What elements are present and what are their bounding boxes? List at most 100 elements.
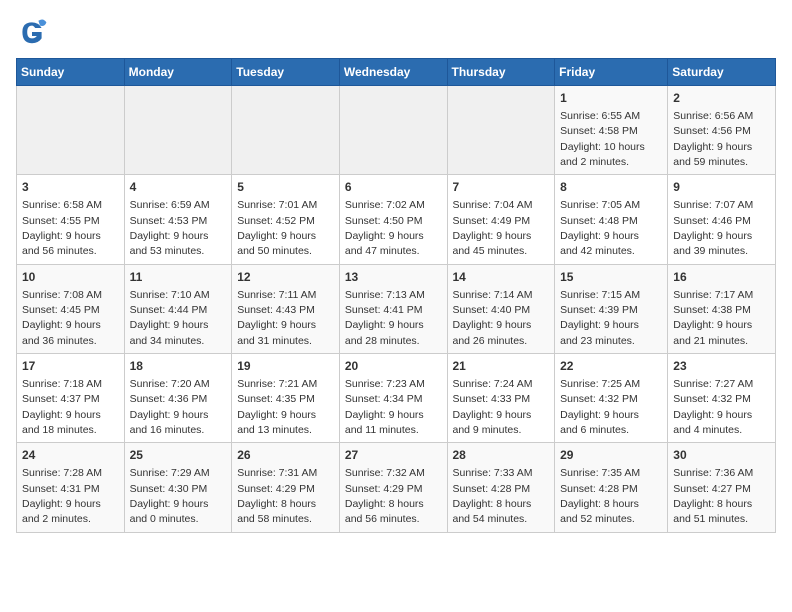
day-info: Sunrise: 7:28 AM Sunset: 4:31 PM Dayligh… xyxy=(22,467,102,525)
day-info: Sunrise: 7:10 AM Sunset: 4:44 PM Dayligh… xyxy=(130,289,210,347)
day-info: Sunrise: 7:35 AM Sunset: 4:28 PM Dayligh… xyxy=(560,467,640,525)
day-info: Sunrise: 7:20 AM Sunset: 4:36 PM Dayligh… xyxy=(130,378,210,436)
calendar-cell: 12 Sunrise: 7:11 AM Sunset: 4:43 PM Dayli… xyxy=(232,264,340,353)
day-number: 20 xyxy=(345,358,442,375)
day-number: 18 xyxy=(130,358,227,375)
day-number: 2 xyxy=(673,90,770,107)
day-info: Sunrise: 7:02 AM Sunset: 4:50 PM Dayligh… xyxy=(345,199,425,257)
calendar-cell: 4 Sunrise: 6:59 AM Sunset: 4:53 PM Daylig… xyxy=(124,175,232,264)
calendar-cell: 29 Sunrise: 7:35 AM Sunset: 4:28 PM Dayli… xyxy=(555,443,668,532)
day-info: Sunrise: 7:08 AM Sunset: 4:45 PM Dayligh… xyxy=(22,289,102,347)
day-info: Sunrise: 7:04 AM Sunset: 4:49 PM Dayligh… xyxy=(453,199,533,257)
day-header-wednesday: Wednesday xyxy=(339,59,447,86)
day-number: 4 xyxy=(130,179,227,196)
calendar-cell: 10 Sunrise: 7:08 AM Sunset: 4:45 PM Dayli… xyxy=(17,264,125,353)
day-number: 14 xyxy=(453,269,550,286)
day-header-tuesday: Tuesday xyxy=(232,59,340,86)
day-number: 9 xyxy=(673,179,770,196)
day-info: Sunrise: 6:55 AM Sunset: 4:58 PM Dayligh… xyxy=(560,110,645,168)
day-info: Sunrise: 7:18 AM Sunset: 4:37 PM Dayligh… xyxy=(22,378,102,436)
calendar-week-row: 24 Sunrise: 7:28 AM Sunset: 4:31 PM Dayli… xyxy=(17,443,776,532)
calendar-cell: 20 Sunrise: 7:23 AM Sunset: 4:34 PM Dayli… xyxy=(339,354,447,443)
calendar-cell: 18 Sunrise: 7:20 AM Sunset: 4:36 PM Dayli… xyxy=(124,354,232,443)
calendar-week-row: 3 Sunrise: 6:58 AM Sunset: 4:55 PM Daylig… xyxy=(17,175,776,264)
calendar-cell: 6 Sunrise: 7:02 AM Sunset: 4:50 PM Daylig… xyxy=(339,175,447,264)
day-number: 11 xyxy=(130,269,227,286)
day-number: 23 xyxy=(673,358,770,375)
calendar-cell: 5 Sunrise: 7:01 AM Sunset: 4:52 PM Daylig… xyxy=(232,175,340,264)
day-info: Sunrise: 7:17 AM Sunset: 4:38 PM Dayligh… xyxy=(673,289,753,347)
calendar-cell: 9 Sunrise: 7:07 AM Sunset: 4:46 PM Daylig… xyxy=(668,175,776,264)
day-header-friday: Friday xyxy=(555,59,668,86)
day-info: Sunrise: 7:05 AM Sunset: 4:48 PM Dayligh… xyxy=(560,199,640,257)
calendar-week-row: 10 Sunrise: 7:08 AM Sunset: 4:45 PM Dayli… xyxy=(17,264,776,353)
day-number: 12 xyxy=(237,269,334,286)
day-info: Sunrise: 7:29 AM Sunset: 4:30 PM Dayligh… xyxy=(130,467,210,525)
day-number: 8 xyxy=(560,179,662,196)
calendar-cell: 15Sunrise: 7:15 AM Sunset: 4:39 PM Dayli… xyxy=(555,264,668,353)
day-number: 22 xyxy=(560,358,662,375)
calendar-week-row: 17 Sunrise: 7:18 AM Sunset: 4:37 PM Dayli… xyxy=(17,354,776,443)
calendar-cell: 16 Sunrise: 7:17 AM Sunset: 4:38 PM Dayli… xyxy=(668,264,776,353)
logo-icon xyxy=(16,16,48,48)
day-number: 16 xyxy=(673,269,770,286)
day-number: 28 xyxy=(453,447,550,464)
calendar-cell: 14 Sunrise: 7:14 AM Sunset: 4:40 PM Dayli… xyxy=(447,264,555,353)
calendar-cell: 27 Sunrise: 7:32 AM Sunset: 4:29 PM Dayli… xyxy=(339,443,447,532)
day-number: 5 xyxy=(237,179,334,196)
calendar-header-row: SundayMondayTuesdayWednesdayThursdayFrid… xyxy=(17,59,776,86)
day-info: Sunrise: 7:32 AM Sunset: 4:29 PM Dayligh… xyxy=(345,467,425,525)
logo xyxy=(16,16,52,48)
calendar-cell: 26 Sunrise: 7:31 AM Sunset: 4:29 PM Dayli… xyxy=(232,443,340,532)
day-info: Sunrise: 7:33 AM Sunset: 4:28 PM Dayligh… xyxy=(453,467,533,525)
calendar-cell xyxy=(447,86,555,175)
day-info: Sunrise: 7:07 AM Sunset: 4:46 PM Dayligh… xyxy=(673,199,753,257)
day-number: 21 xyxy=(453,358,550,375)
day-header-sunday: Sunday xyxy=(17,59,125,86)
calendar-table: SundayMondayTuesdayWednesdayThursdayFrid… xyxy=(16,58,776,533)
day-number: 29 xyxy=(560,447,662,464)
calendar-cell xyxy=(124,86,232,175)
day-header-thursday: Thursday xyxy=(447,59,555,86)
day-number: 17 xyxy=(22,358,119,375)
day-header-monday: Monday xyxy=(124,59,232,86)
day-info: Sunrise: 7:13 AM Sunset: 4:41 PM Dayligh… xyxy=(345,289,425,347)
day-number: 13 xyxy=(345,269,442,286)
day-number: 6 xyxy=(345,179,442,196)
calendar-cell xyxy=(17,86,125,175)
calendar-cell xyxy=(339,86,447,175)
calendar-cell xyxy=(232,86,340,175)
day-info: Sunrise: 7:01 AM Sunset: 4:52 PM Dayligh… xyxy=(237,199,317,257)
calendar-week-row: 1Sunrise: 6:55 AM Sunset: 4:58 PM Daylig… xyxy=(17,86,776,175)
day-info: Sunrise: 7:14 AM Sunset: 4:40 PM Dayligh… xyxy=(453,289,533,347)
calendar-cell: 8 Sunrise: 7:05 AM Sunset: 4:48 PM Daylig… xyxy=(555,175,668,264)
day-number: 24 xyxy=(22,447,119,464)
day-info: Sunrise: 7:31 AM Sunset: 4:29 PM Dayligh… xyxy=(237,467,317,525)
calendar-cell: 7 Sunrise: 7:04 AM Sunset: 4:49 PM Daylig… xyxy=(447,175,555,264)
calendar-cell: 17 Sunrise: 7:18 AM Sunset: 4:37 PM Dayli… xyxy=(17,354,125,443)
day-info: Sunrise: 6:59 AM Sunset: 4:53 PM Dayligh… xyxy=(130,199,210,257)
day-info: Sunrise: 6:58 AM Sunset: 4:55 PM Dayligh… xyxy=(22,199,102,257)
day-info: Sunrise: 7:23 AM Sunset: 4:34 PM Dayligh… xyxy=(345,378,425,436)
day-number: 7 xyxy=(453,179,550,196)
day-info: Sunrise: 7:21 AM Sunset: 4:35 PM Dayligh… xyxy=(237,378,317,436)
day-number: 30 xyxy=(673,447,770,464)
day-info: Sunrise: 6:56 AM Sunset: 4:56 PM Dayligh… xyxy=(673,110,753,168)
calendar-cell: 25Sunrise: 7:29 AM Sunset: 4:30 PM Dayli… xyxy=(124,443,232,532)
calendar-cell: 22Sunrise: 7:25 AM Sunset: 4:32 PM Dayli… xyxy=(555,354,668,443)
day-number: 26 xyxy=(237,447,334,464)
calendar-cell: 3 Sunrise: 6:58 AM Sunset: 4:55 PM Daylig… xyxy=(17,175,125,264)
calendar-cell: 13 Sunrise: 7:13 AM Sunset: 4:41 PM Dayli… xyxy=(339,264,447,353)
calendar-cell: 24 Sunrise: 7:28 AM Sunset: 4:31 PM Dayli… xyxy=(17,443,125,532)
day-number: 27 xyxy=(345,447,442,464)
calendar-cell: 21Sunrise: 7:24 AM Sunset: 4:33 PM Dayli… xyxy=(447,354,555,443)
day-number: 15 xyxy=(560,269,662,286)
calendar-cell: 1Sunrise: 6:55 AM Sunset: 4:58 PM Daylig… xyxy=(555,86,668,175)
day-number: 3 xyxy=(22,179,119,196)
day-info: Sunrise: 7:11 AM Sunset: 4:43 PM Dayligh… xyxy=(237,289,316,347)
calendar-cell: 30Sunrise: 7:36 AM Sunset: 4:27 PM Dayli… xyxy=(668,443,776,532)
day-number: 10 xyxy=(22,269,119,286)
calendar-cell: 28 Sunrise: 7:33 AM Sunset: 4:28 PM Dayli… xyxy=(447,443,555,532)
calendar-cell: 23Sunrise: 7:27 AM Sunset: 4:32 PM Dayli… xyxy=(668,354,776,443)
day-number: 19 xyxy=(237,358,334,375)
